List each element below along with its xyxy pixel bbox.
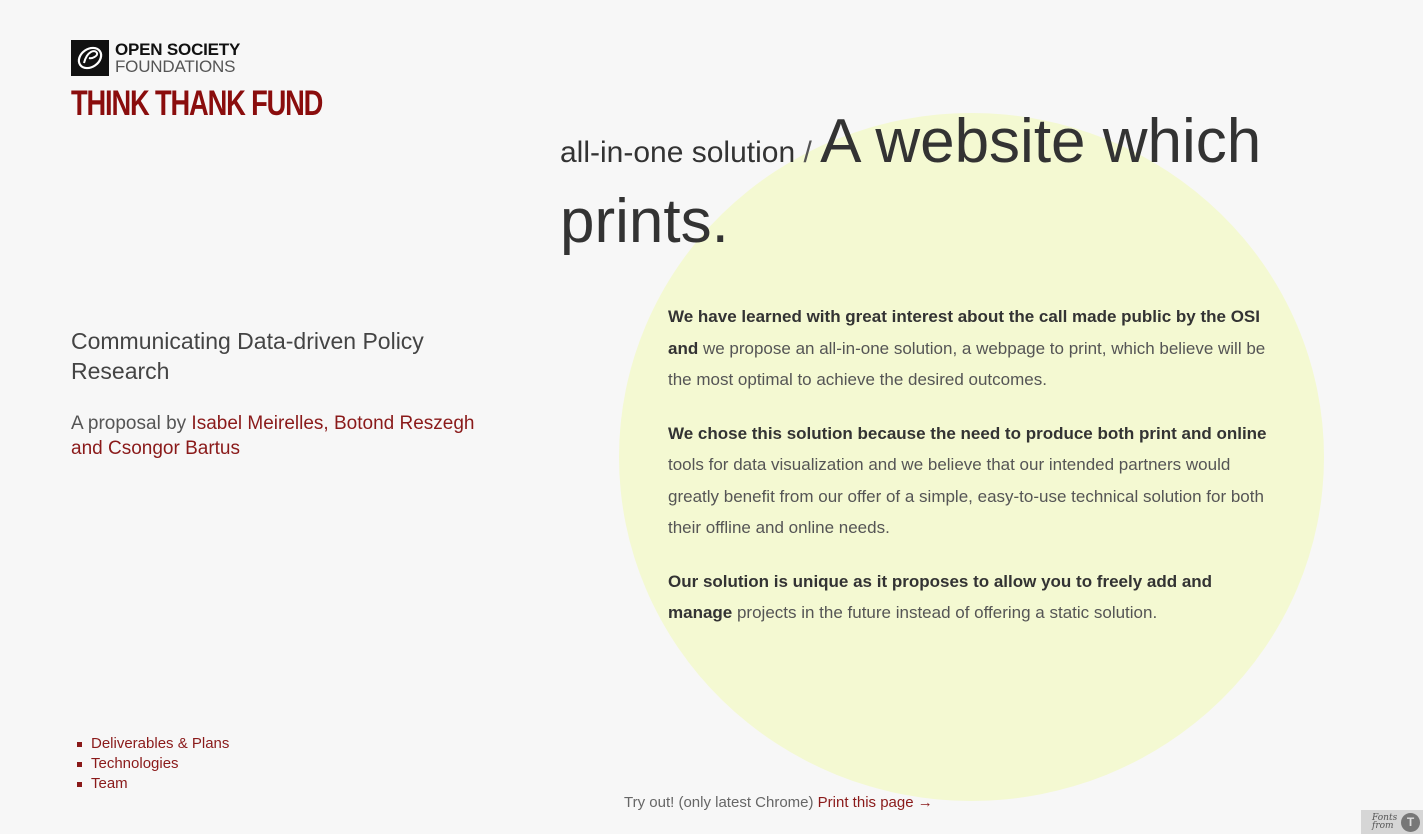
byline-separator: ,	[323, 413, 334, 434]
typekit-logo-icon: T	[1401, 812, 1420, 832]
nav-link-deliverables[interactable]: Deliverables & Plans	[91, 734, 229, 754]
headline-slash: /	[795, 136, 821, 169]
badge-line-from: from	[1372, 821, 1394, 831]
byline-conjunction: and	[71, 438, 108, 459]
open-society-logo[interactable]: OPEN SOCIETY FOUNDATIONS	[71, 40, 240, 76]
bullet-icon	[77, 761, 82, 767]
author-link-botond[interactable]: Botond Reszegh	[334, 413, 475, 434]
logo-line-foundations: FOUNDATIONS	[115, 57, 236, 76]
print-page-link[interactable]: Print this page →	[818, 794, 933, 811]
body-paragraph-3-rest: projects in the future instead of offeri…	[732, 603, 1158, 622]
page-subtitle: Communicating Data-driven Policy Researc…	[71, 328, 424, 384]
fonts-badge[interactable]: Fonts from T	[1361, 810, 1423, 834]
bullet-icon	[77, 781, 82, 787]
body-paragraph-2: We chose this solution because the need …	[668, 418, 1278, 544]
footer-prefix: Try out! (only latest Chrome)	[624, 794, 818, 811]
nav-item-deliverables: Deliverables & Plans	[77, 734, 229, 754]
logo-wordmark: OPEN SOCIETY FOUNDATIONS	[115, 41, 240, 75]
author-link-isabel[interactable]: Isabel Meirelles	[191, 413, 323, 434]
section-nav: Deliverables & Plans Technologies Team	[77, 734, 229, 794]
author-link-csongor[interactable]: Csongor Bartus	[108, 438, 240, 459]
headline-main: A website which prints.	[560, 107, 1262, 256]
body-paragraph-2-lead: We chose this solution because the need …	[668, 423, 1267, 443]
nav-link-team[interactable]: Team	[91, 774, 128, 794]
body-text: We have learned with great interest abou…	[668, 301, 1278, 651]
byline-prefix: A proposal by	[71, 413, 192, 434]
open-society-mark-icon	[71, 40, 109, 76]
logo-line-open-society: OPEN SOCIETY	[115, 40, 241, 59]
nav-link-technologies[interactable]: Technologies	[91, 754, 179, 774]
headline-kicker: all-in-one solution	[560, 136, 796, 169]
nav-item-technologies: Technologies	[77, 754, 229, 774]
body-paragraph-1: We have learned with great interest abou…	[668, 301, 1278, 396]
body-paragraph-1-rest: we propose an all-in-one solution, a web…	[668, 338, 1266, 390]
bullet-icon	[77, 741, 82, 747]
footer: Try out! (only latest Chrome) Print this…	[624, 794, 933, 811]
badge-text: Fonts from	[1372, 814, 1398, 831]
headline: all-in-one solution / A website which pr…	[560, 102, 1320, 262]
byline: A proposal by Isabel Meirelles, Botond R…	[71, 411, 491, 461]
body-paragraph-3: Our solution is unique as it proposes to…	[668, 566, 1278, 629]
fund-title: THINK THANK FUND	[71, 84, 323, 123]
body-paragraph-2-rest: tools for data visualization and we beli…	[668, 455, 1264, 537]
nav-item-team: Team	[77, 774, 229, 794]
